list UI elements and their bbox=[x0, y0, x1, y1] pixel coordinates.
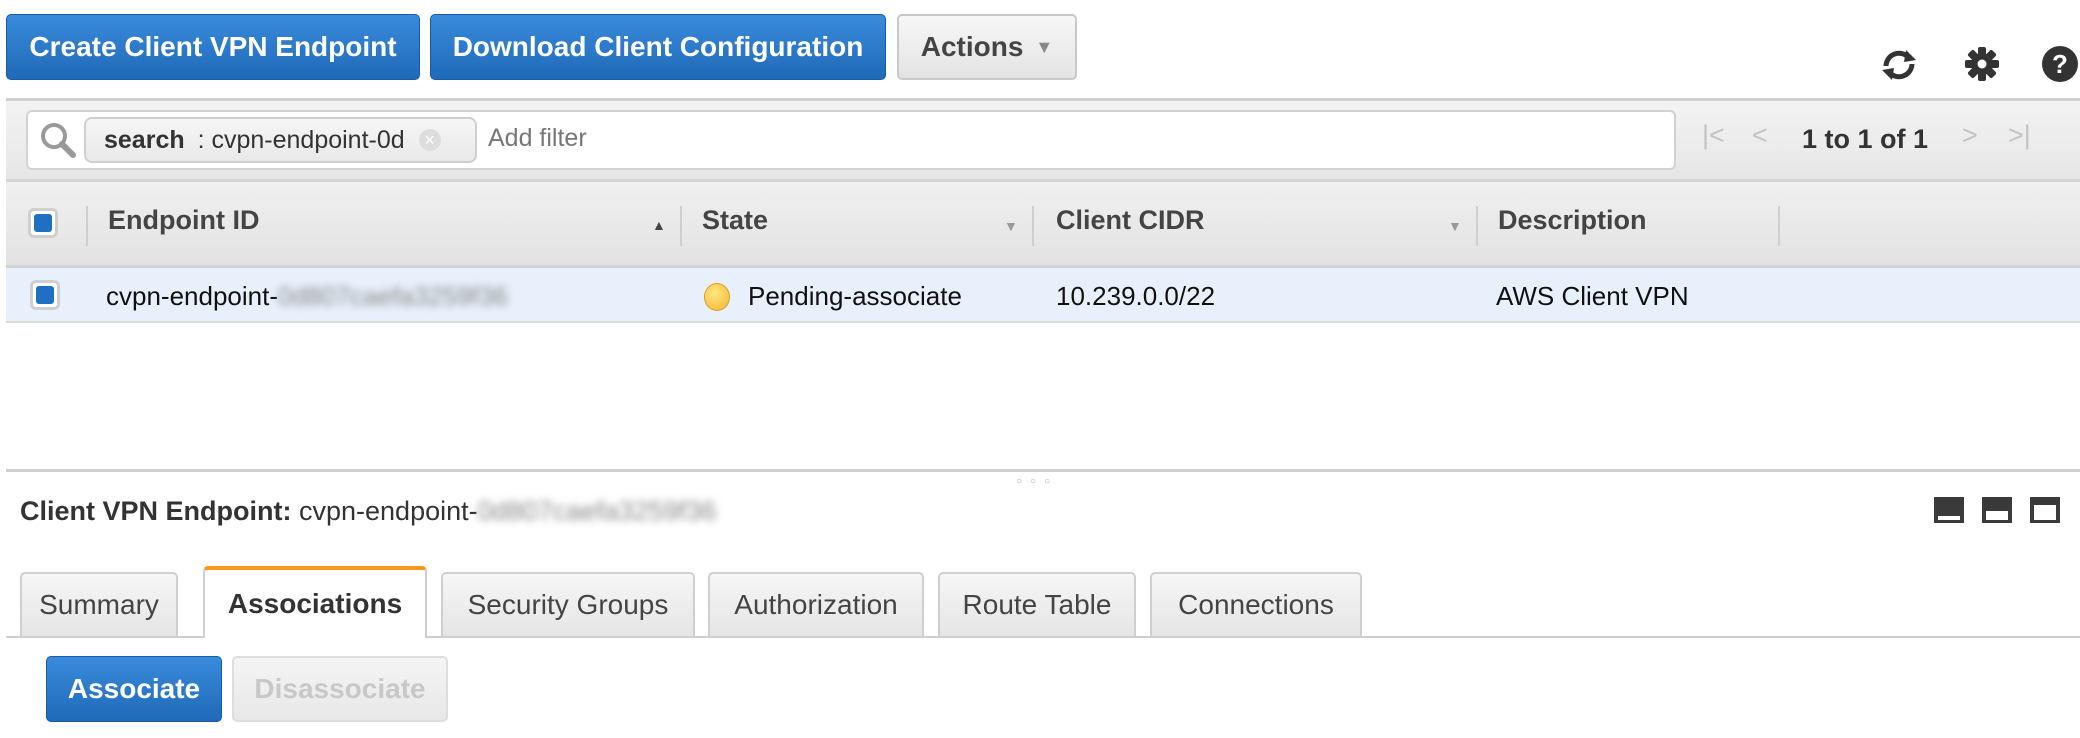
detail-title-label: Client VPN Endpoint: bbox=[20, 496, 292, 526]
column-header-client-cidr[interactable]: Client CIDR bbox=[1056, 205, 1205, 236]
svg-text:?: ? bbox=[2052, 49, 2068, 79]
column-divider bbox=[1778, 206, 1780, 246]
column-header-state[interactable]: State bbox=[702, 205, 768, 236]
tab-route-table[interactable]: Route Table bbox=[938, 572, 1136, 636]
tab-connections[interactable]: Connections bbox=[1150, 572, 1362, 636]
disassociate-button: Disassociate bbox=[232, 656, 448, 722]
pagination-label: 1 to 1 of 1 bbox=[1802, 124, 1929, 154]
column-header-endpoint-id[interactable]: Endpoint ID bbox=[108, 205, 259, 236]
add-filter-placeholder[interactable]: Add filter bbox=[488, 124, 587, 153]
filter-token-separator: : bbox=[190, 125, 212, 154]
sort-ascending-icon[interactable]: ▲ bbox=[652, 217, 666, 233]
endpoint-id-cell: cvpn-endpoint-0d807caefa3259f36 bbox=[106, 281, 508, 312]
pane-divider[interactable] bbox=[6, 469, 2080, 472]
detail-title-redacted: 0d807caefa3259f36 bbox=[477, 496, 717, 526]
column-divider bbox=[1476, 206, 1478, 246]
pending-status-icon bbox=[704, 283, 730, 311]
column-divider bbox=[86, 206, 88, 246]
pane-layout-bottom-icon[interactable] bbox=[1934, 497, 1964, 523]
column-divider bbox=[1032, 206, 1034, 246]
filter-token-value: cvpn-endpoint-0d bbox=[211, 125, 405, 154]
tab-security-groups[interactable]: Security Groups bbox=[441, 572, 695, 636]
last-page-icon[interactable]: >| bbox=[2008, 120, 2031, 151]
state-cell: Pending-associate bbox=[748, 281, 962, 311]
table-header bbox=[6, 182, 2080, 268]
remove-filter-icon[interactable]: × bbox=[418, 129, 441, 151]
endpoint-id-redacted: 0d807caefa3259f36 bbox=[278, 281, 508, 311]
chevron-down-icon: ▼ bbox=[1035, 36, 1054, 57]
refresh-icon[interactable] bbox=[1876, 42, 1922, 88]
first-page-icon[interactable]: |< bbox=[1702, 120, 1725, 151]
client-cidr-cell: 10.239.0.0/22 bbox=[1056, 281, 1216, 311]
tab-associations[interactable]: Associations bbox=[203, 566, 427, 638]
sort-icon[interactable]: ▼ bbox=[1448, 218, 1462, 234]
create-client-vpn-endpoint-button[interactable]: Create Client VPN Endpoint bbox=[6, 14, 420, 80]
search-icon bbox=[38, 120, 78, 160]
detail-title: Client VPN Endpoint: cvpn-endpoint-0d807… bbox=[20, 496, 716, 527]
tab-authorization[interactable]: Authorization bbox=[708, 572, 924, 636]
column-header-description[interactable]: Description bbox=[1498, 205, 1647, 236]
detail-title-prefix: cvpn-endpoint- bbox=[299, 496, 478, 526]
select-all-checkbox[interactable] bbox=[28, 208, 58, 238]
filter-token-key: search bbox=[104, 125, 185, 154]
description-cell: AWS Client VPN bbox=[1496, 281, 1689, 311]
pane-layout-split-icon[interactable] bbox=[1982, 497, 2012, 523]
associate-button[interactable]: Associate bbox=[46, 656, 222, 722]
endpoint-id-prefix: cvpn-endpoint- bbox=[106, 281, 278, 311]
gear-icon[interactable] bbox=[1962, 44, 2002, 84]
next-page-icon[interactable]: > bbox=[1962, 120, 1978, 151]
resize-grip-icon[interactable]: ○○○ bbox=[1016, 476, 1058, 487]
pane-layout-top-icon[interactable] bbox=[2030, 497, 2060, 523]
help-icon[interactable]: ? bbox=[2040, 42, 2080, 86]
actions-label: Actions bbox=[920, 31, 1024, 62]
tab-summary[interactable]: Summary bbox=[20, 572, 178, 636]
download-client-configuration-button[interactable]: Download Client Configuration bbox=[430, 14, 886, 80]
sort-icon[interactable]: ▼ bbox=[1004, 218, 1018, 234]
row-checkbox[interactable] bbox=[30, 280, 60, 310]
actions-dropdown-button[interactable]: Actions ▼ bbox=[897, 14, 1077, 80]
previous-page-icon[interactable]: < bbox=[1752, 120, 1768, 151]
column-divider bbox=[680, 206, 682, 246]
filter-token[interactable]: search : cvpn-endpoint-0d × bbox=[84, 117, 477, 163]
